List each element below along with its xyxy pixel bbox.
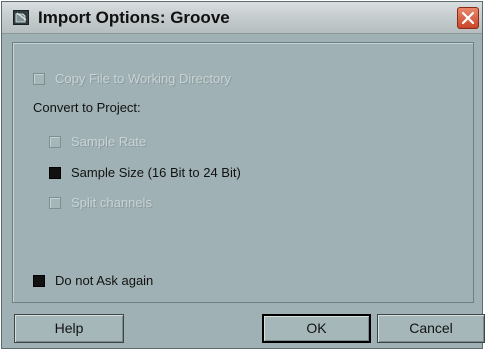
do-not-ask-checkbox[interactable] [33,275,45,287]
close-icon [461,11,475,25]
sample-size-label: Sample Size (16 Bit to 24 Bit) [71,165,241,180]
dialog-title: Import Options: Groove [38,8,230,27]
help-button[interactable]: Help [14,314,124,343]
title-bar[interactable]: Import Options: Groove [2,2,482,34]
import-options-dialog: Import Options: Groove Copy File to Work… [1,1,485,349]
split-channels-label: Split channels [71,195,152,210]
sample-rate-label: Sample Rate [71,134,147,149]
do-not-ask-label: Do not Ask again [55,273,154,288]
ok-button[interactable]: OK [262,314,371,343]
cancel-button[interactable]: Cancel [377,314,485,343]
convert-heading: Convert to Project: [33,100,141,115]
dialog-app-icon [13,10,29,25]
copy-file-label: Copy File to Working Directory [55,71,232,86]
copy-file-checkbox[interactable] [33,73,45,85]
split-channels-checkbox[interactable] [49,197,61,209]
sample-rate-checkbox[interactable] [49,136,61,148]
close-button[interactable] [457,7,479,29]
options-panel: Copy File to Working Directory Convert t… [12,42,474,303]
sample-size-checkbox[interactable] [49,167,61,179]
